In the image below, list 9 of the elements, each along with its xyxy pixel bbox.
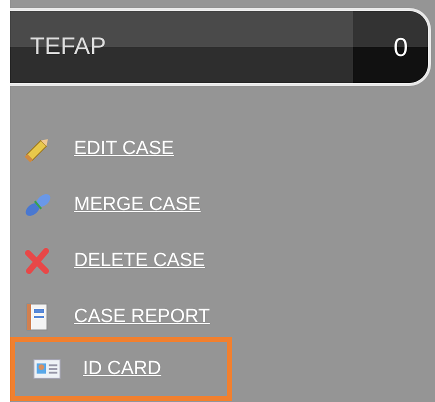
count-badge: 0 [353, 11, 428, 83]
connector-icon [24, 191, 52, 219]
program-label: TEFAP [29, 32, 108, 62]
close-icon [24, 247, 52, 275]
action-link[interactable]: DELETE CASE [74, 250, 205, 272]
action-link[interactable]: ID CARD [83, 358, 162, 380]
action-link[interactable]: CASE REPORT [74, 306, 210, 328]
action-link[interactable]: MERGE CASE [74, 194, 201, 216]
action-link[interactable]: EDIT CASE [74, 138, 174, 160]
